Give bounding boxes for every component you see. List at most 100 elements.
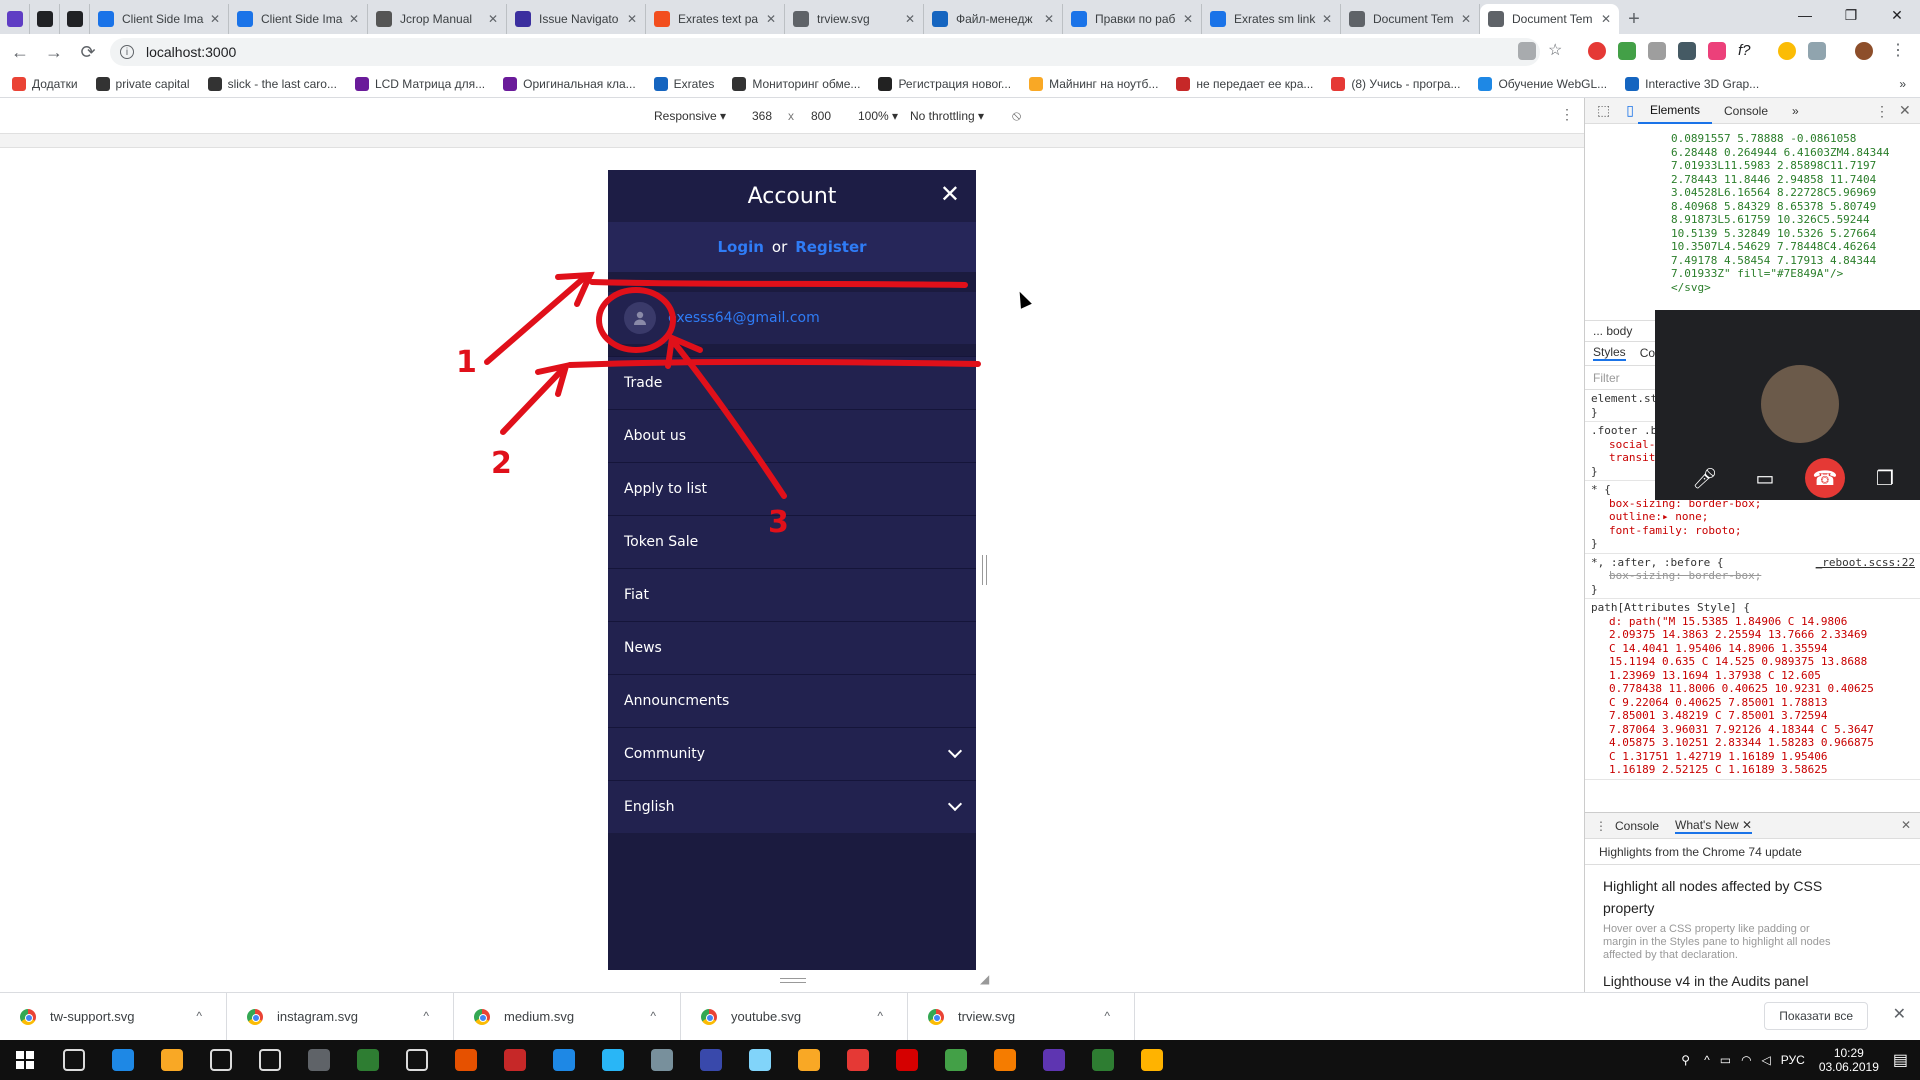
tab-drawer-console[interactable]: Console bbox=[1615, 819, 1659, 833]
taskbar-app[interactable] bbox=[343, 1040, 392, 1080]
rule-declaration[interactable]: 0.778438 11.8006 0.40625 10.9231 0.40625 bbox=[1591, 682, 1915, 696]
notifications-icon[interactable]: ▤ bbox=[1893, 1050, 1908, 1070]
taskbar-app[interactable] bbox=[98, 1040, 147, 1080]
mute-mic-icon[interactable]: 🎤︎ bbox=[1685, 458, 1725, 498]
tab-styles[interactable]: Styles bbox=[1593, 345, 1626, 362]
chevron-up-icon[interactable]: ^ bbox=[877, 1009, 883, 1023]
bookmarks-overflow-icon[interactable]: » bbox=[1899, 77, 1906, 91]
bookmark-item[interactable]: Мониторинг обме... bbox=[732, 76, 860, 91]
ext-icon[interactable] bbox=[1808, 42, 1826, 60]
back-button[interactable]: ← bbox=[6, 38, 34, 66]
bookmark-item[interactable]: LCD Матрица для... bbox=[354, 76, 485, 91]
ext-icon[interactable] bbox=[1648, 42, 1666, 60]
rule-declaration[interactable]: C 9.22064 0.40625 7.85001 1.78813 bbox=[1591, 696, 1915, 710]
inspect-icon[interactable]: ⬚ bbox=[1585, 98, 1622, 124]
rule-declaration[interactable]: 4.05875 3.10251 2.83344 1.58283 0.966875 bbox=[1591, 736, 1915, 750]
forward-button[interactable]: → bbox=[40, 38, 68, 66]
browser-tab[interactable]: Document Tem ✕ bbox=[1480, 4, 1619, 34]
rule-declaration[interactable]: C 14.4041 1.95406 14.8906 1.35594 bbox=[1591, 642, 1915, 656]
tab-console[interactable]: Console bbox=[1712, 98, 1780, 124]
bookmark-item[interactable]: slick - the last caro... bbox=[207, 76, 337, 91]
zoom-select[interactable]: 100% ▾ bbox=[858, 109, 898, 123]
browser-tab[interactable]: Client Side Ima ✕ bbox=[229, 4, 368, 34]
bookmark-item[interactable]: Interactive 3D Grap... bbox=[1625, 76, 1759, 91]
download-item[interactable]: youtube.svg ^ bbox=[681, 992, 908, 1041]
browser-tab[interactable] bbox=[0, 4, 30, 34]
taskbar-app[interactable] bbox=[196, 1040, 245, 1080]
reload-button[interactable]: ⟳ bbox=[74, 38, 102, 66]
ext-icon[interactable] bbox=[1678, 42, 1696, 60]
close-downloads-icon[interactable]: ✕ bbox=[1893, 1004, 1906, 1024]
tab-close-icon[interactable]: ✕ bbox=[1461, 12, 1471, 26]
people-icon[interactable]: ⚲ bbox=[1681, 1053, 1690, 1067]
hang-up-icon[interactable]: ☎ bbox=[1805, 458, 1845, 498]
more-icon[interactable]: ⋮ bbox=[1560, 106, 1574, 123]
browser-tab[interactable] bbox=[30, 4, 60, 34]
taskbar-app[interactable] bbox=[147, 1040, 196, 1080]
taskbar-app[interactable] bbox=[245, 1040, 294, 1080]
show-all-button[interactable]: Показати все bbox=[1764, 1002, 1868, 1030]
resize-handle-bottom[interactable] bbox=[780, 978, 806, 983]
browser-tab[interactable] bbox=[60, 4, 90, 34]
video-call-window[interactable]: 🎤︎ ▭ ☎ ❐ bbox=[1655, 310, 1920, 500]
bookmark-item[interactable]: (8) Учись - програ... bbox=[1331, 76, 1460, 91]
wifi-icon[interactable]: ◠ bbox=[1741, 1053, 1751, 1067]
network-icon[interactable]: ▭ bbox=[1720, 1053, 1731, 1067]
taskbar-app[interactable] bbox=[539, 1040, 588, 1080]
download-item[interactable]: trview.svg ^ bbox=[908, 992, 1135, 1041]
taskbar-app[interactable] bbox=[833, 1040, 882, 1080]
chevron-down-icon[interactable] bbox=[947, 743, 963, 759]
address-bar[interactable]: i localhost:3000 bbox=[110, 38, 1540, 66]
rule-declaration[interactable]: 15.1194 0.635 C 14.525 0.989375 13.8688 bbox=[1591, 655, 1915, 669]
download-item[interactable]: medium.svg ^ bbox=[454, 992, 681, 1041]
whats-new-title[interactable]: Highlight all nodes affected by CSS prop… bbox=[1585, 865, 1845, 919]
bookmark-item[interactable]: private capital bbox=[95, 76, 190, 91]
url-text[interactable]: localhost:3000 bbox=[146, 44, 236, 60]
ext-icon[interactable]: f? bbox=[1738, 42, 1756, 60]
taskbar-app[interactable] bbox=[588, 1040, 637, 1080]
bookmark-item[interactable]: Додатки bbox=[12, 76, 78, 91]
style-rule[interactable]: path[Attributes Style] {d: path("M 15.53… bbox=[1585, 599, 1920, 780]
tab-close-icon[interactable]: ✕ bbox=[1322, 12, 1332, 26]
menu-item[interactable]: Announcments bbox=[608, 674, 976, 727]
browser-tab[interactable]: Issue Navigato ✕ bbox=[507, 4, 646, 34]
user-icon[interactable] bbox=[624, 302, 656, 334]
rule-declaration[interactable]: 2.09375 14.3863 2.25594 13.7666 2.33469 bbox=[1591, 628, 1915, 642]
new-tab-button[interactable]: + bbox=[1619, 4, 1649, 34]
browser-tab[interactable]: Exrates text pa ✕ bbox=[646, 4, 785, 34]
taskbar-app[interactable] bbox=[441, 1040, 490, 1080]
menu-dropdown[interactable]: Community bbox=[608, 727, 976, 780]
tab-close-icon[interactable]: ✕ bbox=[1183, 12, 1193, 26]
download-item[interactable]: instagram.svg ^ bbox=[227, 992, 454, 1041]
taskbar-app[interactable] bbox=[882, 1040, 931, 1080]
profile-avatar[interactable] bbox=[1855, 42, 1873, 60]
drawer-menu-icon[interactable]: ⋮ bbox=[1595, 819, 1607, 833]
browser-tab[interactable]: Правки по раб ✕ bbox=[1063, 4, 1202, 34]
menu-item[interactable]: About us bbox=[608, 409, 976, 462]
tab-whats-new[interactable]: What's New ✕ bbox=[1675, 818, 1753, 834]
taskbar-app[interactable] bbox=[49, 1040, 98, 1080]
browser-tab[interactable]: Client Side Ima ✕ bbox=[90, 4, 229, 34]
opera-ext-icon[interactable] bbox=[1588, 42, 1606, 60]
taskbar-app[interactable] bbox=[1127, 1040, 1176, 1080]
whats-new-title-2[interactable]: Lighthouse v4 in the Audits panel bbox=[1585, 962, 1845, 992]
taskbar-app[interactable] bbox=[294, 1040, 343, 1080]
settings-menu-icon[interactable]: ⋮ bbox=[1875, 103, 1889, 120]
popout-icon[interactable]: ❐ bbox=[1865, 458, 1905, 498]
tray-arrow-icon[interactable]: ^ bbox=[1704, 1053, 1710, 1067]
menu-item[interactable]: Apply to list bbox=[608, 462, 976, 515]
info-icon[interactable]: i bbox=[120, 45, 134, 59]
chevron-up-icon[interactable]: ^ bbox=[1104, 1009, 1110, 1023]
tab-computed[interactable]: Co bbox=[1640, 346, 1655, 361]
tab-elements[interactable]: Elements bbox=[1637, 98, 1712, 124]
tab-more[interactable]: » bbox=[1780, 98, 1811, 124]
bookmark-item[interactable]: Exrates bbox=[653, 76, 714, 91]
height-input[interactable]: 800 bbox=[811, 109, 831, 123]
bookmark-item[interactable]: Оригинальная кла... bbox=[503, 76, 636, 91]
clock[interactable]: 10:29 03.06.2019 bbox=[1819, 1046, 1879, 1074]
rule-declaration[interactable]: 1.16189 2.52125 C 1.16189 3.58625 bbox=[1591, 763, 1915, 777]
translate-icon[interactable] bbox=[1518, 42, 1536, 60]
taskbar-app[interactable] bbox=[490, 1040, 539, 1080]
taskbar-app[interactable] bbox=[735, 1040, 784, 1080]
bookmark-item[interactable]: Майнинг на ноутб... bbox=[1029, 76, 1158, 91]
